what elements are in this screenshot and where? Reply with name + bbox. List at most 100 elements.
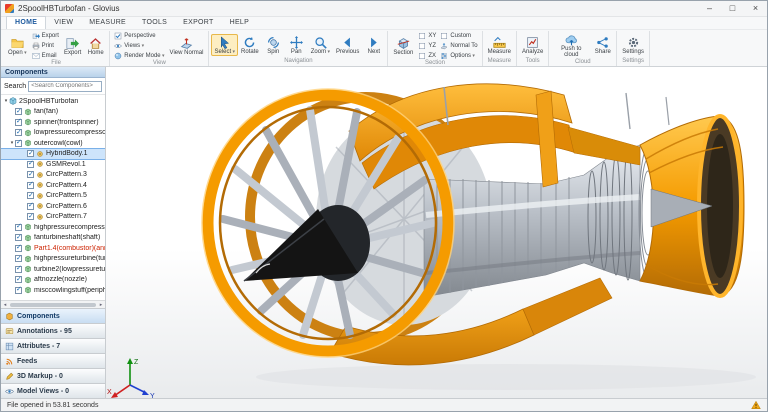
ribbon-button-analyze[interactable]: Analyze: [519, 34, 546, 56]
ribbon-button-view-normal[interactable]: View Normal: [167, 35, 207, 57]
tree-item-spinner-frontspinner[interactable]: spinner(frontspinner): [1, 117, 105, 128]
ribbon-button-render-mode[interactable]: Render Mode: [112, 51, 166, 60]
ribbon-button-export[interactable]: Export: [30, 31, 61, 40]
tree-item-hybridbody-1[interactable]: HybridBody.1: [1, 147, 105, 160]
tree-item-lowpressurecompressor[interactable]: lowpressurecompressor...: [1, 128, 105, 139]
tree-item-label: outercowl(cowl): [34, 139, 83, 147]
tab-home[interactable]: HOME: [6, 16, 47, 29]
viewnormal-icon: [180, 37, 193, 50]
visibility-checkbox[interactable]: [15, 233, 22, 242]
ribbon-button-options[interactable]: Options: [438, 51, 479, 60]
ribbon-button-perspective[interactable]: Perspective: [112, 31, 166, 40]
visibility-checkbox[interactable]: [15, 285, 22, 294]
warning-icon[interactable]: [751, 400, 761, 410]
ribbon-button-section[interactable]: Section: [390, 35, 416, 57]
tab-help[interactable]: HELP: [222, 17, 258, 29]
tree-horizontal-scrollbar[interactable]: [1, 300, 105, 308]
tab-measure[interactable]: MEASURE: [81, 17, 134, 29]
minimize-button[interactable]: –: [698, 1, 721, 16]
visibility-checkbox[interactable]: [27, 159, 34, 168]
email-icon: [31, 52, 42, 60]
visibility-checkbox[interactable]: [27, 180, 34, 189]
visibility-checkbox[interactable]: [15, 243, 22, 252]
visibility-checkbox[interactable]: [15, 117, 22, 126]
tree-item-circpattern-6[interactable]: CircPattern.6: [1, 201, 105, 212]
ribbon-button-export[interactable]: Export: [61, 35, 84, 57]
ribbon-button-spin[interactable]: Spin: [262, 34, 285, 56]
ribbon-button-rotate[interactable]: Rotate: [238, 34, 262, 56]
panel-3d-markup-0[interactable]: 3D Markup - 0: [1, 368, 105, 383]
visibility-checkbox[interactable]: [15, 107, 22, 116]
tree-item-aftnozzle-nozzle[interactable]: aftnozzle(nozzle): [1, 275, 105, 286]
panel-attributes-7[interactable]: Attributes - 7: [1, 338, 105, 353]
close-button[interactable]: ×: [744, 1, 767, 16]
ribbon-button-zx[interactable]: ZX: [416, 51, 438, 60]
visibility-checkbox[interactable]: [15, 128, 22, 137]
ribbon-button-share[interactable]: Share: [591, 34, 614, 56]
visibility-checkbox[interactable]: [15, 222, 22, 231]
tree-item-circpattern-4[interactable]: CircPattern.4: [1, 180, 105, 191]
tab-view[interactable]: VIEW: [46, 17, 81, 29]
tree-item-fanturbineshaft-shaft[interactable]: fanturbineshaft(shaft): [1, 233, 105, 244]
ribbon-button-home[interactable]: Home: [84, 35, 107, 57]
ribbon-button-label: Export: [63, 49, 82, 56]
tree-item-highpressureturbine-tur[interactable]: highpressureturbine(tur...: [1, 254, 105, 265]
engine-model[interactable]: Z X Y: [106, 67, 767, 398]
ribbon-button-zoom[interactable]: Zoom: [308, 34, 333, 56]
export-icon: [32, 32, 42, 40]
ribbon-button-email[interactable]: Email: [30, 51, 61, 60]
tree-item-highpressurecompressor[interactable]: highpressurecompressor...: [1, 222, 105, 233]
ribbon-button-previous[interactable]: Previous: [333, 34, 362, 56]
tree-item-misccowlingstuff-periph[interactable]: misccowlingstuff(periph...: [1, 285, 105, 296]
panel-feeds[interactable]: Feeds: [1, 353, 105, 368]
ribbon-button-open[interactable]: Open: [5, 35, 30, 57]
visibility-checkbox[interactable]: [27, 212, 34, 221]
visibility-checkbox[interactable]: [27, 201, 34, 210]
ribbon-button-print[interactable]: Print: [30, 41, 61, 50]
tree-item-fan-fan[interactable]: fan(fan): [1, 107, 105, 118]
tree-item-turbine2-lowpressuretur[interactable]: turbine2(lowpressuretur...: [1, 264, 105, 275]
tree-item-part1-4-combustor-ann[interactable]: Part1.4(combustor)(ann...: [1, 243, 105, 254]
tree-item-outercowl-cowl[interactable]: ▾outercowl(cowl): [1, 138, 105, 149]
visibility-checkbox[interactable]: [15, 275, 22, 284]
panel-model-views-0[interactable]: Model Views - 0: [1, 383, 105, 398]
maximize-button[interactable]: □: [721, 1, 744, 16]
tree-item-gsmrevol-1[interactable]: GSMRevol.1: [1, 159, 105, 170]
search-input[interactable]: [28, 80, 102, 92]
visibility-checkbox[interactable]: [15, 138, 22, 147]
ribbon-button-select[interactable]: Select: [211, 33, 239, 56]
viewport-canvas[interactable]: Z X Y: [106, 67, 767, 398]
app-logo-icon: [5, 4, 14, 13]
orientation-triad[interactable]: Z X Y: [107, 358, 155, 398]
visibility-checkbox[interactable]: [27, 191, 34, 200]
tab-tools[interactable]: TOOLS: [134, 17, 175, 29]
ribbon-group-settings: Settings Settings: [617, 31, 650, 66]
visibility-checkbox[interactable]: [15, 264, 22, 273]
ribbon-button-views[interactable]: Views: [112, 41, 166, 50]
ribbon-button-measure[interactable]: Measure: [485, 34, 514, 56]
ribbon-button-push-to-cloud[interactable]: Push to cloud: [551, 31, 591, 59]
visibility-checkbox[interactable]: [15, 254, 22, 263]
scrollbar-thumb[interactable]: [10, 302, 96, 307]
ribbon-button-normal-to[interactable]: Normal To: [438, 41, 479, 50]
tree-item-circpattern-3[interactable]: CircPattern.3: [1, 170, 105, 181]
ribbon-button-yz[interactable]: YZ: [416, 41, 438, 50]
app-window: 2SpoolHBTurbofan - Glovius – □ × HOME VIEW M…: [0, 0, 768, 412]
visibility-checkbox[interactable]: [27, 149, 34, 158]
tab-export[interactable]: EXPORT: [175, 17, 221, 29]
tree-item-circpattern-5[interactable]: CircPattern.5: [1, 191, 105, 202]
tree-item-circpattern-7[interactable]: CircPattern.7: [1, 212, 105, 223]
ribbon-button-next[interactable]: Next: [362, 34, 385, 56]
panel-components[interactable]: Components: [1, 308, 105, 323]
ribbon-button-custom[interactable]: Custom: [438, 31, 479, 40]
ribbon-button-label: Custom: [450, 32, 472, 39]
ribbon-button-pan[interactable]: Pan: [285, 34, 308, 56]
ribbon-button-settings[interactable]: Settings: [619, 34, 647, 56]
visibility-checkbox[interactable]: [27, 170, 34, 179]
tree-item-label: CircPattern.3: [46, 171, 87, 179]
feature-icon: [36, 192, 44, 200]
ribbon-button-xy[interactable]: XY: [416, 31, 438, 40]
panel-annotations-95[interactable]: Annotations - 95: [1, 323, 105, 338]
cursor-icon: [218, 35, 231, 49]
tree-item-2spoolhbturbofan[interactable]: ▾ 2SpoolHBTurbofan: [1, 96, 105, 107]
